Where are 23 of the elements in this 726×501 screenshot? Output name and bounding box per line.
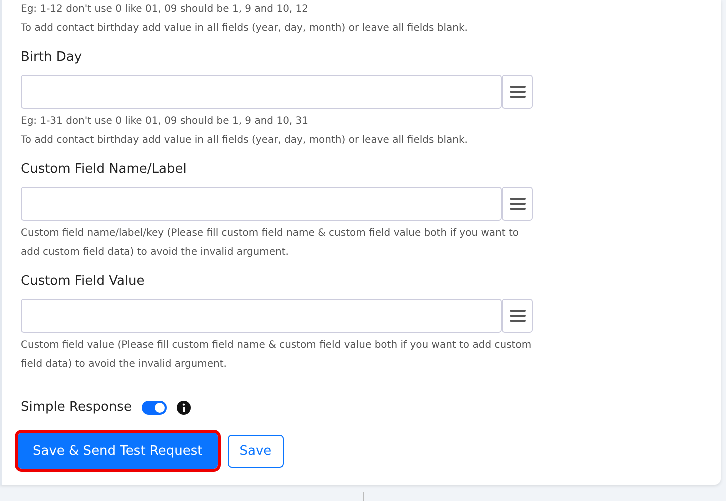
send-test-button[interactable]: Save & Send Test Request: [18, 433, 218, 469]
help-text: Custom field value (Please fill custom field name & custom field value both if you want to add custom field data) to avoid the invalid argument.: [21, 339, 533, 372]
save-button[interactable]: Save: [228, 434, 284, 468]
toggle-label: Simple Response: [21, 400, 132, 415]
help-text: Eg: 1-12 don't use 0 like 01, 09 should be 1, 9 and 10, 12: [21, 3, 310, 17]
menu-button[interactable]: [502, 75, 533, 109]
help-text: Custom field name/label/key (Please fill custom field name & custom field value both if you want to add custom field data) to avoid the invalid argument.: [21, 227, 520, 260]
help-text: Eg: 1-31 don't use 0 like 01, 09 should be 1, 9 and 10, 31: [21, 115, 310, 129]
input-field[interactable]: [21, 299, 502, 333]
menu-button[interactable]: [502, 299, 533, 333]
input-field[interactable]: [21, 187, 502, 221]
help-text: To add contact birthday add value in all fields (year, day, month) or leave all fields blank.: [21, 134, 469, 148]
menu-icon: [510, 198, 526, 210]
help-text: To add contact birthday add value in all fields (year, day, month) or leave all fields blank.: [21, 22, 469, 36]
field-label: Custom Field Value: [21, 273, 146, 291]
info-icon: [176, 400, 191, 414]
toggle-switch[interactable]: [142, 400, 167, 414]
field-label: Custom Field Name/Label: [21, 161, 188, 179]
menu-icon: [510, 86, 526, 98]
field-label: Birth Day: [21, 49, 84, 67]
input-field[interactable]: [21, 75, 502, 109]
menu-button[interactable]: [502, 187, 533, 221]
menu-icon: [510, 310, 526, 322]
